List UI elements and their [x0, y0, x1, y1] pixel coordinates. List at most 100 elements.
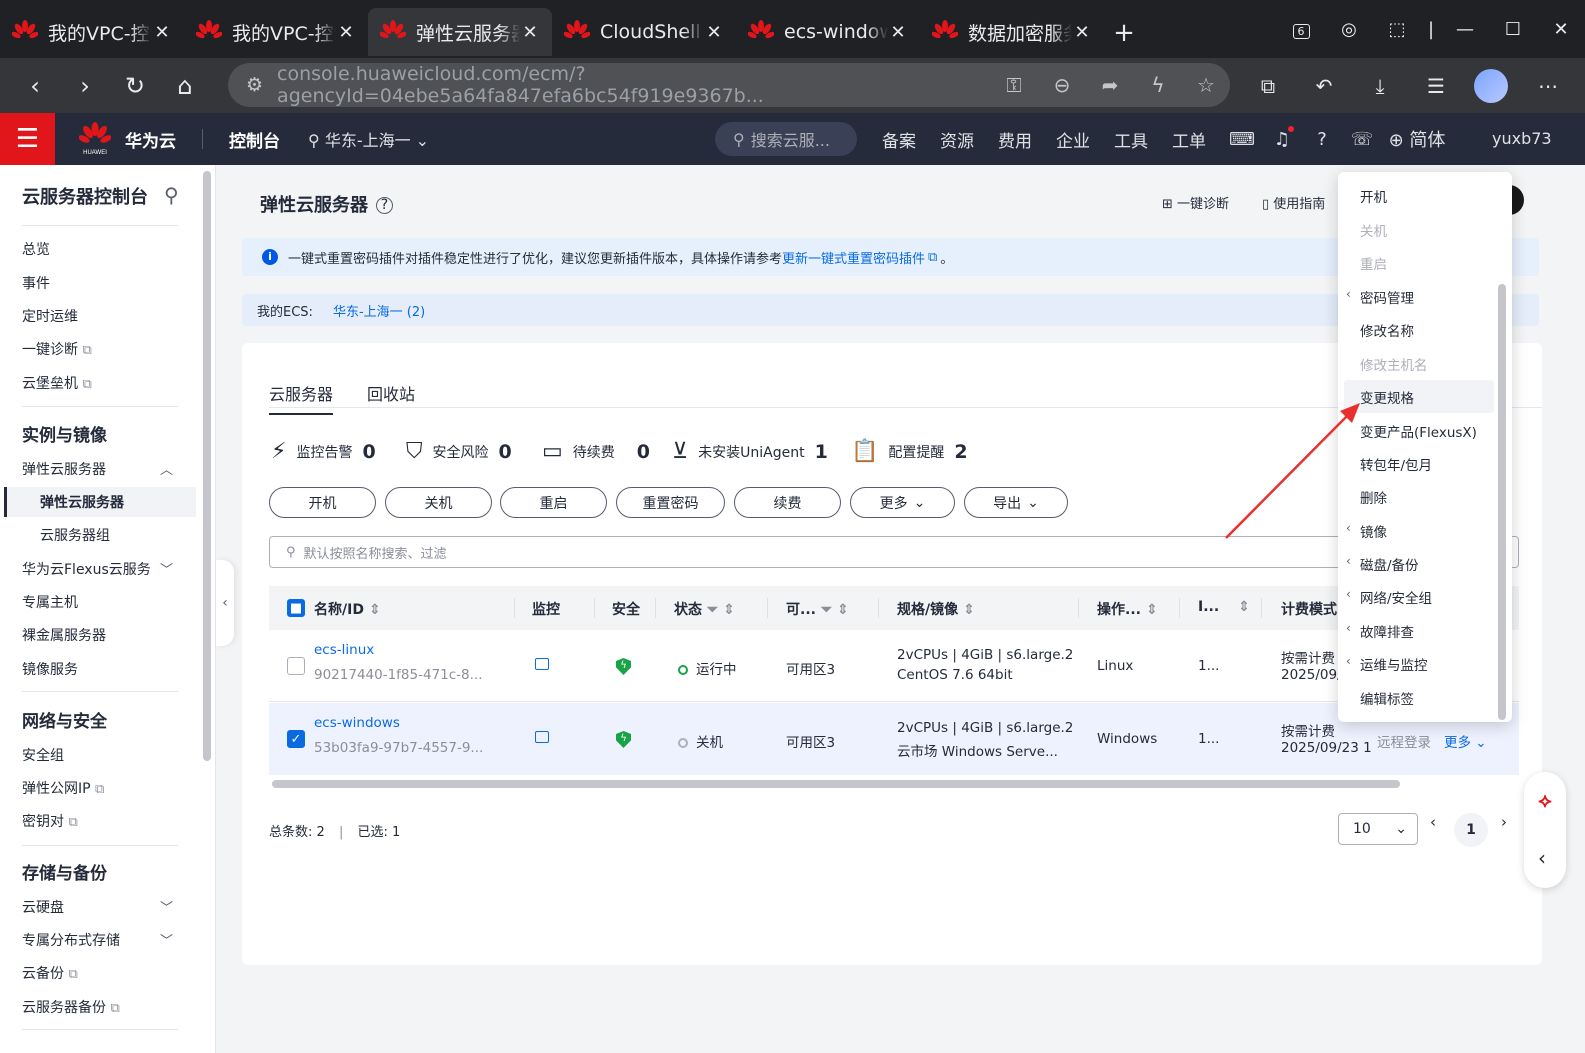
- collapse-panel-icon[interactable]: ‹: [1538, 846, 1546, 870]
- sidebar-item-diagnosis[interactable]: 一键诊断 ⧉: [22, 339, 182, 359]
- tab-recycle-bin[interactable]: 回收站: [367, 381, 415, 405]
- table-row[interactable]: ecs-linux 90217440-1f85-471c-8... ϟ 运行中 …: [269, 630, 1519, 702]
- zoom-out-icon[interactable]: ⊖: [1038, 73, 1086, 97]
- close-tab-icon[interactable]: ✕: [152, 22, 172, 43]
- browser-tab-6[interactable]: 数据加密服务 ✕: [920, 8, 1104, 56]
- stat-security-risk[interactable]: ⛉ 安全风险 0: [406, 439, 512, 464]
- row-more-menu[interactable]: 更多 ⌄: [1444, 731, 1487, 751]
- feedback-icon[interactable]: ☏: [1342, 129, 1382, 150]
- sidebar-item-keypair[interactable]: 密钥对 ⧉: [22, 811, 182, 831]
- dropdown-item[interactable]: 变更产品(FlexusX): [1360, 421, 1477, 441]
- one-click-diagnosis-button[interactable]: ⊞ 一键诊断: [1162, 193, 1229, 212]
- nav-item[interactable]: 费用: [986, 127, 1044, 152]
- export-button[interactable]: 导出 ⌄: [964, 487, 1068, 518]
- col-ip[interactable]: I... ⇕: [1198, 599, 1250, 615]
- sort-icon[interactable]: ⇕: [1146, 602, 1158, 618]
- close-tab-icon[interactable]: ✕: [336, 22, 356, 43]
- col-status[interactable]: 状态 ⏷ ⇕: [674, 599, 735, 619]
- filter-icon[interactable]: ⏷: [821, 602, 832, 618]
- browser-tab-1[interactable]: 我的VPC-控制台 ✕: [0, 8, 184, 56]
- huawei-logo-icon[interactable]: HUAWEI: [79, 122, 111, 156]
- nav-item[interactable]: 企业: [1044, 127, 1102, 152]
- user-guide-button[interactable]: ▯ 使用指南: [1262, 193, 1325, 212]
- close-tab-icon[interactable]: ✕: [1072, 22, 1092, 43]
- more-options-icon[interactable]: ⋯: [1520, 74, 1576, 98]
- language-selector[interactable]: ⊕ 简体: [1382, 126, 1452, 152]
- dropdown-item[interactable]: 故障排查: [1360, 621, 1414, 641]
- table-row-selected[interactable]: ✓ ecs-windows 53b03fa9-97b7-4557-9... ϟ …: [269, 703, 1519, 775]
- nav-item[interactable]: 工单: [1160, 127, 1218, 152]
- chevron-down-icon[interactable]: ﹀: [160, 930, 173, 949]
- extensions-icon[interactable]: ⬚: [1373, 19, 1421, 40]
- reset-password-button[interactable]: 重置密码: [616, 487, 725, 518]
- extension-puzzle-icon[interactable]: ⧉: [1240, 74, 1296, 98]
- prev-page-icon[interactable]: ‹: [1430, 813, 1436, 831]
- sidebar-item-evs[interactable]: 云硬盘: [22, 897, 182, 917]
- sidebar-item-dedicated-host[interactable]: 专属主机: [22, 592, 182, 612]
- dropdown-item[interactable]: 修改名称: [1360, 320, 1414, 340]
- chevron-down-icon[interactable]: ﹀: [160, 559, 173, 578]
- maximize-icon[interactable]: ☐: [1489, 19, 1537, 40]
- forward-icon[interactable]: ›: [60, 72, 110, 100]
- username[interactable]: yuxb73: [1492, 113, 1552, 165]
- playlist-icon[interactable]: ☰: [1408, 74, 1464, 98]
- stat-monitor-alarm[interactable]: ⚡ 监控告警 0: [271, 439, 376, 464]
- stat-renewal[interactable]: ▭ 待续费 0: [542, 439, 650, 464]
- more-button[interactable]: 更多 ⌄: [850, 487, 955, 518]
- site-info-icon[interactable]: ⚙: [246, 74, 263, 96]
- download-icon[interactable]: ⤓: [1352, 74, 1408, 98]
- minimize-icon[interactable]: —: [1441, 19, 1489, 40]
- dropdown-item[interactable]: 磁盘/备份: [1360, 554, 1419, 574]
- page-size-select[interactable]: 10 ⌄: [1338, 813, 1418, 845]
- dropdown-item[interactable]: 转包年/包月: [1360, 454, 1432, 474]
- sidebar-item-server-backup[interactable]: 云服务器备份 ⧉: [22, 997, 182, 1017]
- table-horizontal-scrollbar[interactable]: [272, 780, 1400, 788]
- sidebar-item-flexus[interactable]: 华为云Flexus云服务: [22, 559, 182, 579]
- notice-link[interactable]: 更新一键式重置密码插件: [782, 248, 925, 267]
- next-page-icon[interactable]: ›: [1501, 813, 1507, 831]
- help-icon[interactable]: ?: [1302, 129, 1342, 150]
- stop-button[interactable]: 关机: [385, 487, 492, 518]
- sidebar-item-dss[interactable]: 专属分布式存储: [22, 930, 182, 950]
- chevron-up-icon[interactable]: ︿: [160, 459, 173, 478]
- lightning-icon[interactable]: ϟ: [1134, 73, 1182, 97]
- close-tab-icon[interactable]: ✕: [888, 22, 908, 43]
- sidebar-group-ecs[interactable]: 弹性云服务器: [22, 459, 182, 479]
- browser-tab-4[interactable]: CloudShell ✕: [552, 8, 736, 56]
- app-logo-icon[interactable]: ⟡: [1535, 788, 1555, 812]
- sidebar-item-bastion[interactable]: 云堡垒机 ⧉: [22, 373, 182, 393]
- col-name[interactable]: 名称/ID ⇕: [314, 599, 381, 619]
- stat-uniagent[interactable]: ⊻ 未安装UniAgent 1: [672, 439, 828, 464]
- close-window-icon[interactable]: ✕: [1537, 19, 1585, 40]
- home-icon[interactable]: ⌂: [160, 72, 210, 100]
- back-icon[interactable]: ‹: [10, 72, 60, 100]
- my-ecs-region-link[interactable]: 华东-上海一 (2): [333, 301, 425, 320]
- nav-item[interactable]: 资源: [928, 127, 986, 152]
- sidebar-item-overview[interactable]: 总览: [22, 239, 182, 259]
- sidebar-item-events[interactable]: 事件: [22, 273, 182, 293]
- security-shield-icon[interactable]: ϟ: [616, 656, 631, 675]
- sort-icon[interactable]: ⇕: [369, 602, 381, 618]
- sidebar-scrollbar[interactable]: [203, 171, 211, 761]
- col-spec[interactable]: 规格/镜像 ⇕: [897, 599, 975, 619]
- row-checkbox[interactable]: [287, 657, 305, 675]
- dropdown-item[interactable]: 运维与监控: [1360, 654, 1428, 674]
- sidebar-item-cbr[interactable]: 云备份 ⧉: [22, 963, 182, 983]
- console-link[interactable]: 控制台: [229, 127, 280, 152]
- nav-item[interactable]: 备案: [870, 127, 928, 152]
- remote-login-link[interactable]: 远程登录: [1377, 731, 1431, 751]
- instance-name-link[interactable]: ecs-linux: [314, 642, 374, 658]
- nav-item[interactable]: 工具: [1102, 127, 1160, 152]
- new-tab-button[interactable]: +: [1104, 8, 1144, 58]
- bookmark-star-icon[interactable]: ☆: [1182, 73, 1230, 97]
- row-checkbox[interactable]: ✓: [287, 730, 305, 748]
- tab-servers[interactable]: 云服务器: [269, 381, 334, 415]
- instance-name-link[interactable]: ecs-windows: [314, 715, 400, 731]
- security-shield-icon[interactable]: ϟ: [616, 729, 631, 748]
- sort-icon[interactable]: ⇕: [963, 602, 975, 618]
- profile-avatar[interactable]: [1464, 68, 1520, 103]
- sidebar-item-ims[interactable]: 镜像服务: [22, 659, 182, 679]
- url-field[interactable]: ⚙ console.huaweicloud.com/ecm/?agencyId=…: [228, 63, 1230, 107]
- browser-tab-5[interactable]: ecs-windows ✕: [736, 8, 920, 56]
- sidebar-search-icon[interactable]: ⚲: [164, 183, 179, 207]
